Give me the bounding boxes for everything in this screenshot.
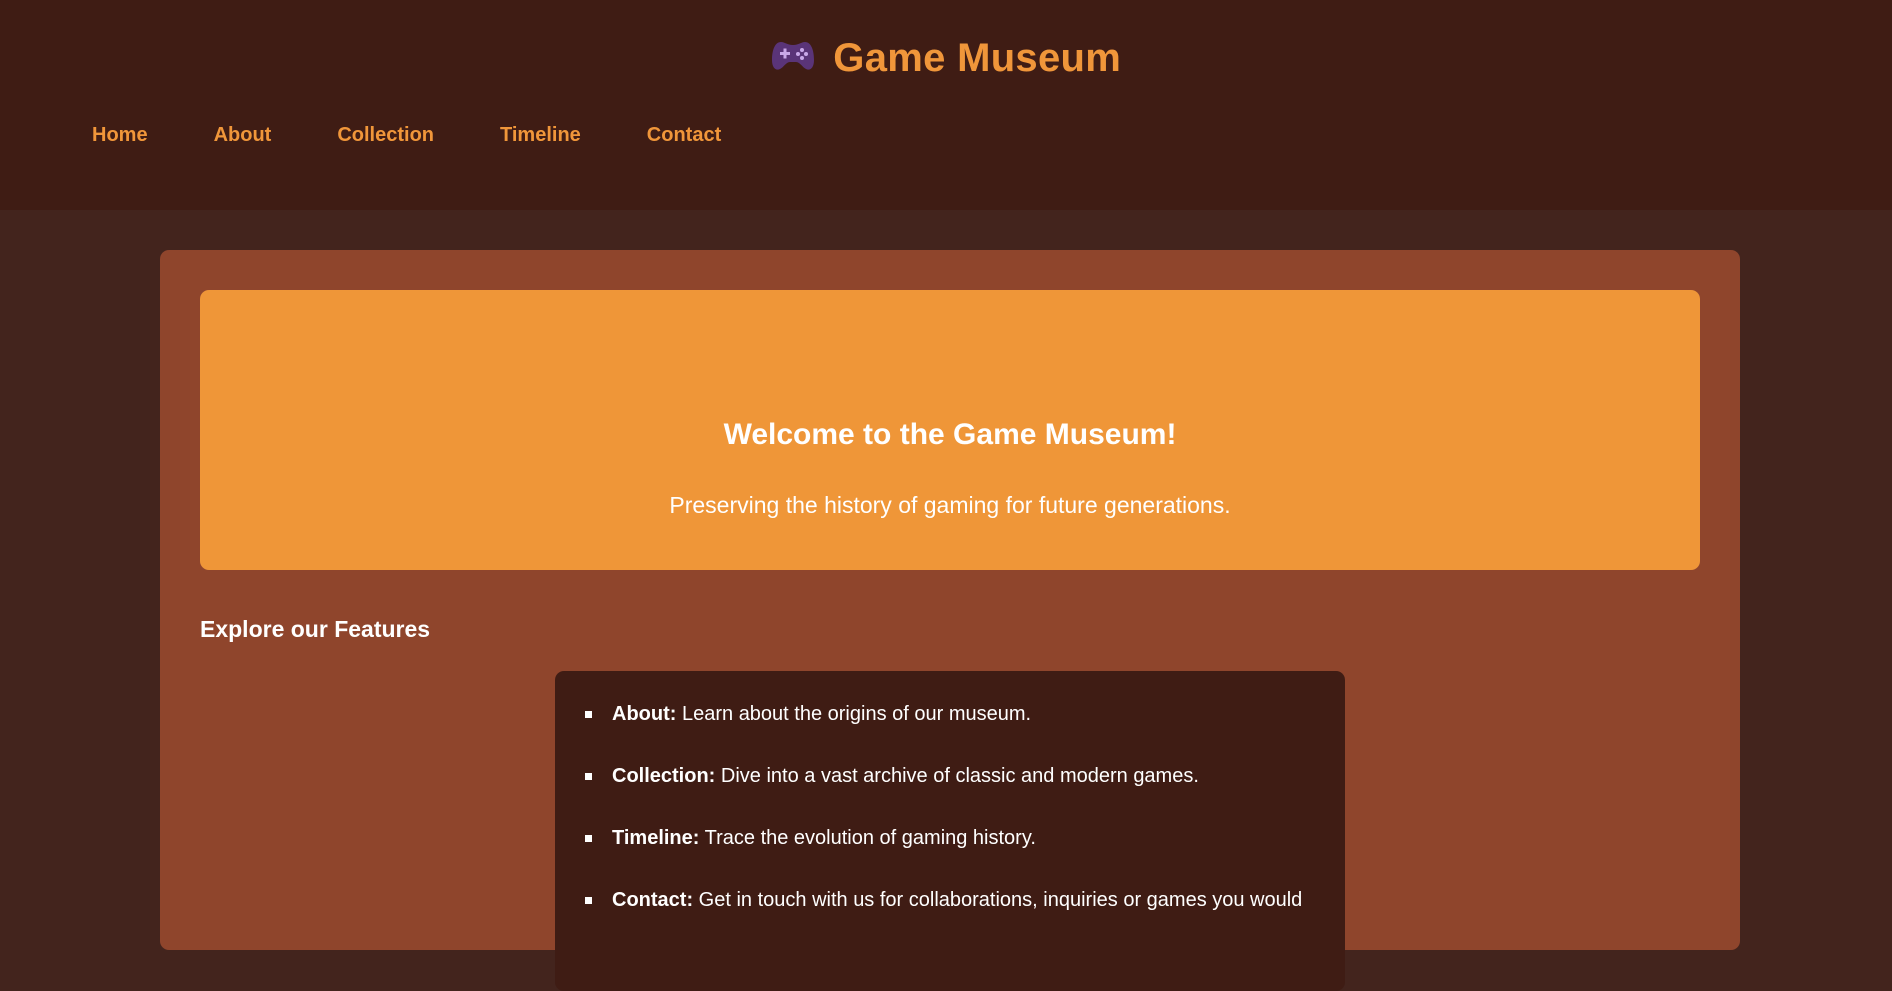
features-heading: Explore our Features [200, 616, 431, 642]
nav-item-timeline[interactable]: Timeline [500, 120, 581, 150]
bullet-icon [585, 773, 592, 780]
main-content-card: Welcome to the Game Museum! Preserving t… [160, 250, 1740, 991]
nav-item-home[interactable]: Home [92, 120, 148, 150]
bullet-icon [585, 711, 592, 718]
nav-item-collection[interactable]: Collection [337, 120, 434, 150]
feature-description: Trace the evolution of gaming history. [699, 827, 1036, 849]
nav-item-contact[interactable]: Contact [647, 120, 721, 150]
feature-list: About: Learn about the origins of our mu… [585, 701, 1325, 949]
brand: Game Museum [0, 30, 1892, 86]
bullet-icon [585, 897, 592, 904]
hero-banner: Welcome to the Game Museum! Preserving t… [200, 290, 1700, 570]
site-title: Game Museum [833, 36, 1122, 80]
nav-item-about[interactable]: About [214, 120, 272, 150]
main-nav: Home About Collection Timeline Contact [92, 120, 787, 150]
feature-item-timeline: Timeline: Trace the evolution of gaming … [585, 825, 1325, 851]
feature-item-about: About: Learn about the origins of our mu… [585, 701, 1325, 727]
feature-name: About: [612, 703, 677, 725]
feature-name: Collection: [612, 765, 716, 787]
feature-name: Timeline: [612, 827, 700, 849]
feature-name: Contact: [612, 889, 694, 911]
feature-item-collection: Collection: Dive into a vast archive of … [585, 763, 1325, 789]
hero-title: Welcome to the Game Museum! [723, 418, 1177, 451]
bullet-icon [585, 835, 592, 842]
feature-description: Get in touch with us for collaborations,… [693, 889, 1303, 911]
site-header: Game Museum Home About Collection Timeli… [0, 0, 1892, 210]
game-controller-icon [771, 38, 815, 72]
feature-description: Dive into a vast archive of classic and … [715, 765, 1199, 787]
features-list-box: About: Learn about the origins of our mu… [555, 671, 1345, 991]
feature-description: Learn about the origins of our museum. [676, 703, 1032, 725]
feature-item-contact: Contact: Get in touch with us for collab… [585, 887, 1325, 913]
hero-subtitle: Preserving the history of gaming for fut… [669, 492, 1231, 518]
